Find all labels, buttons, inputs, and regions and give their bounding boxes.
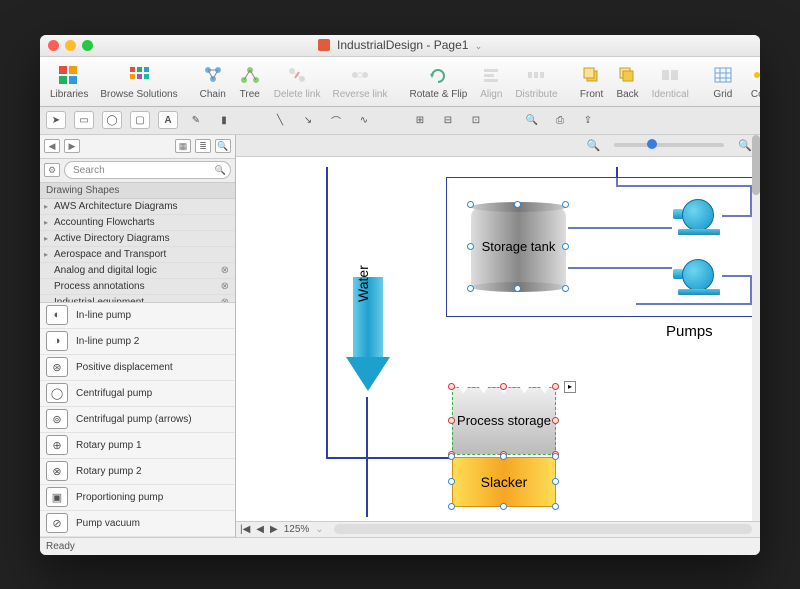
- tool-ribbon: ➤ ▭ ◯ ▢ A ✎ ▮ ╲ ↘ ⌒ ∿ ⊞ ⊟ ⊡ 🔍 ⎙ ⇪: [40, 107, 760, 135]
- tree-button[interactable]: Tree: [234, 63, 266, 100]
- page-fwd-icon[interactable]: ▶: [270, 524, 278, 535]
- prev-icon[interactable]: ◀: [44, 139, 60, 153]
- main-toolbar: Libraries Browse Solutions Chain Tree De…: [40, 57, 760, 107]
- category-item[interactable]: ▸Active Directory Diagrams: [40, 231, 235, 247]
- slacker-shape[interactable]: Slacker: [452, 457, 556, 507]
- smart-tag-icon[interactable]: ▸: [564, 381, 576, 393]
- distribute-button[interactable]: Distribute: [511, 63, 561, 100]
- back-button[interactable]: Back: [612, 63, 644, 100]
- pumps-label: Pumps: [666, 323, 713, 340]
- pump-shape-item[interactable]: ⊚Centrifugal pump (arrows): [40, 407, 235, 433]
- vertical-scrollbar-thumb[interactable]: [752, 135, 760, 195]
- search-icon[interactable]: 🔍: [215, 139, 231, 153]
- ellipse-tool[interactable]: ◯: [102, 111, 122, 129]
- zoom-slider[interactable]: [614, 143, 724, 147]
- pump-icon: ◯: [46, 383, 68, 403]
- pump-shape-list: ◐In-line pump◑In-line pump 2⊛Positive di…: [40, 303, 235, 537]
- rounded-tool[interactable]: ▢: [130, 111, 150, 129]
- drawing-canvas[interactable]: Pumps Storage tank Water Process storage…: [236, 157, 760, 521]
- reverse-link-button[interactable]: Reverse link: [328, 63, 391, 100]
- pump-icon: ◑: [46, 331, 68, 351]
- rotate-flip-button[interactable]: Rotate & Flip: [406, 63, 472, 100]
- category-item[interactable]: ▸AWS Architecture Diagrams: [40, 199, 235, 215]
- chevron-down-icon[interactable]: ⌄: [475, 41, 483, 51]
- storage-tank-shape[interactable]: Storage tank: [471, 207, 566, 287]
- pump-shape-item[interactable]: ◯Centrifugal pump: [40, 381, 235, 407]
- water-label: Water: [355, 265, 371, 302]
- pointer-tool[interactable]: ➤: [46, 111, 66, 129]
- app-window: IndustrialDesign - Page1 ⌄ Libraries Bro…: [40, 35, 760, 555]
- align-button[interactable]: Align: [475, 63, 507, 100]
- process-storage-shape[interactable]: Process storage: [452, 387, 556, 455]
- library-sidebar: ◀ ▶ ▦ ≣ 🔍 ⚙ Search Drawing Shapes ▸AWS A…: [40, 135, 236, 537]
- pump-shape-item[interactable]: ⊕Rotary pump 1: [40, 433, 235, 459]
- pump-shape-item[interactable]: ⊘Pump vacuum: [40, 511, 235, 537]
- canvas-zoom-bar: 🔍 🔍: [236, 135, 760, 157]
- chain-button[interactable]: Chain: [196, 63, 230, 100]
- pump-shape-1[interactable]: [676, 197, 722, 233]
- pump-icon: ◐: [46, 305, 68, 325]
- text-tool[interactable]: A: [158, 111, 178, 129]
- group-tool-2[interactable]: ⊟: [438, 111, 458, 129]
- category-item[interactable]: Process annotations⊗: [40, 279, 235, 295]
- pump-shape-2[interactable]: [676, 257, 722, 293]
- line-tool[interactable]: ╲: [270, 111, 290, 129]
- canvas-area: 🔍 🔍 Pumps Storage tank: [236, 135, 760, 537]
- zoom-in-icon[interactable]: 🔍: [522, 111, 542, 129]
- arc-tool[interactable]: ⌒: [326, 111, 346, 129]
- grid-button[interactable]: Grid: [707, 63, 739, 100]
- spline-tool[interactable]: ∿: [354, 111, 374, 129]
- app-icon: [318, 39, 330, 51]
- category-item[interactable]: ▸Aerospace and Transport: [40, 247, 235, 263]
- pump-icon: ⊕: [46, 435, 68, 455]
- browse-solutions-button[interactable]: Browse Solutions: [96, 63, 181, 100]
- color-button[interactable]: Color: [747, 63, 760, 100]
- front-button[interactable]: Front: [576, 63, 608, 100]
- connector-tool[interactable]: ↘: [298, 111, 318, 129]
- pump-shape-item[interactable]: ◐In-line pump: [40, 303, 235, 329]
- pump-shape-item[interactable]: ▣Proportioning pump: [40, 485, 235, 511]
- category-item[interactable]: ▸Accounting Flowcharts: [40, 215, 235, 231]
- group-tool-3[interactable]: ⊡: [466, 111, 486, 129]
- tree-header: Drawing Shapes: [40, 183, 235, 199]
- zoom-value[interactable]: 125%: [284, 524, 310, 535]
- libraries-button[interactable]: Libraries: [46, 63, 92, 100]
- grid-view-icon[interactable]: ▦: [175, 139, 191, 153]
- status-bar: Ready: [40, 537, 760, 555]
- settings-icon[interactable]: ⚙: [44, 163, 60, 177]
- zoom-in-icon[interactable]: 🔍: [738, 139, 752, 152]
- close-icon[interactable]: ⊗: [221, 281, 229, 292]
- pump-icon: ▣: [46, 487, 68, 507]
- zoom-out-icon[interactable]: 🔍: [587, 139, 601, 152]
- pump-icon: ⊘: [46, 513, 68, 533]
- search-input[interactable]: Search: [64, 161, 231, 179]
- rect-tool[interactable]: ▭: [74, 111, 94, 129]
- print-icon[interactable]: ⎙: [550, 111, 570, 129]
- list-view-icon[interactable]: ≣: [195, 139, 211, 153]
- delete-link-button[interactable]: Delete link: [270, 63, 325, 100]
- group-tool-1[interactable]: ⊞: [410, 111, 430, 129]
- identical-button[interactable]: Identical: [648, 63, 693, 100]
- shape-categories: Drawing Shapes ▸AWS Architecture Diagram…: [40, 183, 235, 303]
- pump-shape-item[interactable]: ⊗Rotary pump 2: [40, 459, 235, 485]
- bottom-scrollbar[interactable]: |◀ ◀ ▶ 125% ⌄: [236, 521, 760, 537]
- export-icon[interactable]: ⇪: [578, 111, 598, 129]
- pump-icon: ⊚: [46, 409, 68, 429]
- pump-shape-item[interactable]: ◑In-line pump 2: [40, 329, 235, 355]
- category-item[interactable]: Industrial equipment⊗: [40, 295, 235, 303]
- page-prev-icon[interactable]: |◀: [240, 524, 250, 535]
- pump-icon: ⊗: [46, 461, 68, 481]
- pencil-tool[interactable]: ✎: [186, 111, 206, 129]
- titlebar: IndustrialDesign - Page1 ⌄: [40, 35, 760, 57]
- sidebar-view-switch: ◀ ▶ ▦ ≣ 🔍: [40, 135, 235, 159]
- close-icon[interactable]: ⊗: [221, 265, 229, 276]
- fill-tool[interactable]: ▮: [214, 111, 234, 129]
- category-item[interactable]: Analog and digital logic⊗: [40, 263, 235, 279]
- window-title: IndustrialDesign - Page1 ⌄: [40, 38, 760, 52]
- pump-icon: ⊛: [46, 357, 68, 377]
- next-icon[interactable]: ▶: [64, 139, 80, 153]
- page-back-icon[interactable]: ◀: [256, 524, 264, 535]
- pump-shape-item[interactable]: ⊛Positive displacement: [40, 355, 235, 381]
